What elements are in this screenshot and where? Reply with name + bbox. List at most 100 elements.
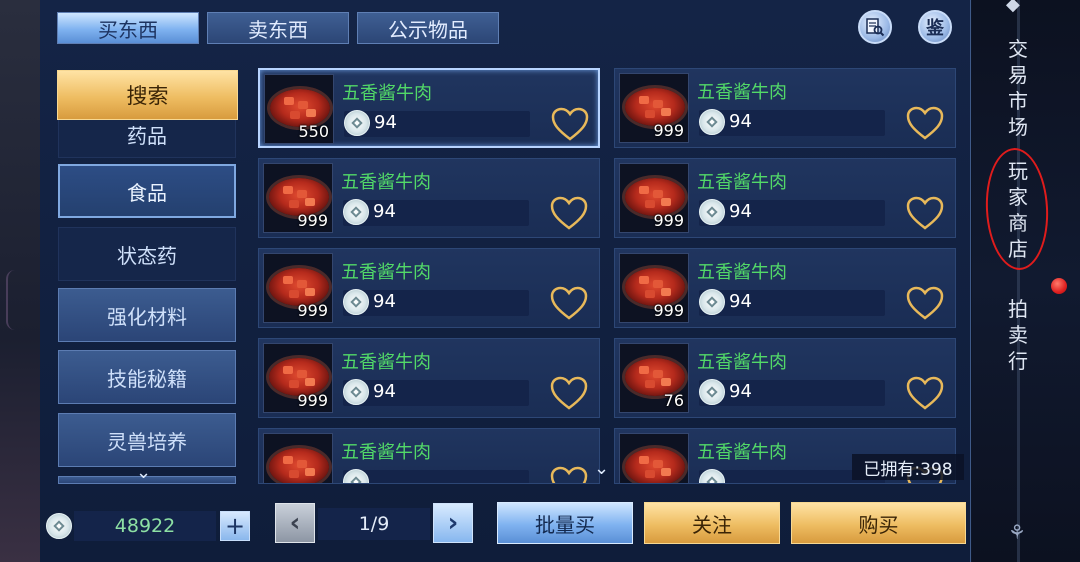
nav-auction-house[interactable]: 拍卖行 (1003, 296, 1033, 374)
coin-icon (343, 199, 369, 225)
favorite-heart-icon[interactable] (905, 285, 945, 321)
item-card[interactable]: 999 五香酱牛肉 94 (258, 338, 600, 418)
item-thumbnail: 76 (619, 343, 689, 413)
item-card[interactable]: 999 五香酱牛肉 94 (614, 248, 956, 328)
favorite-heart-icon[interactable] (549, 465, 589, 484)
sidebar-item-label: 灵兽培养 (107, 429, 187, 454)
item-quantity: 999 (297, 211, 328, 230)
item-card[interactable]: 76 五香酱牛肉 94 (614, 338, 956, 418)
prev-page-button[interactable]: ‹ (275, 503, 315, 543)
item-name: 五香酱牛肉 (697, 442, 787, 463)
appraise-button[interactable]: 鉴 (918, 10, 952, 44)
nav-char: 易 (1008, 63, 1028, 87)
coin-icon (699, 199, 725, 225)
item-thumbnail: 550 (264, 74, 334, 144)
sidebar-item-label: 状态药 (117, 243, 177, 268)
buy-button[interactable]: 购买 (791, 502, 966, 544)
item-card[interactable]: 550 五香酱牛肉 94 (258, 68, 600, 148)
beef-dish-icon (625, 448, 685, 483)
item-price: 94 (373, 291, 396, 312)
grid-scroll-down-icon[interactable]: ⌄ (594, 458, 609, 479)
price-bar (343, 380, 529, 406)
item-thumbnail: 999 (263, 253, 333, 323)
item-price: 94 (729, 201, 752, 222)
item-price: 94 (729, 291, 752, 312)
item-price: 94 (729, 381, 752, 402)
item-name: 五香酱牛肉 (342, 83, 432, 104)
price-bar (343, 470, 529, 483)
item-quantity: 999 (653, 121, 684, 140)
sidebar-item-pet-training[interactable]: 灵兽培养 (58, 413, 236, 467)
item-name: 五香酱牛肉 (341, 442, 431, 463)
ledger-search-icon[interactable] (858, 10, 892, 44)
favorite-heart-icon[interactable] (549, 195, 589, 231)
item-name: 五香酱牛肉 (341, 262, 431, 283)
search-button[interactable]: 搜索 (57, 70, 238, 120)
nav-char: 场 (1008, 115, 1028, 139)
item-thumbnail: 999 (619, 73, 689, 143)
sidebar-item-label: 强化材料 (107, 304, 187, 329)
coin-icon (343, 289, 369, 315)
next-page-button[interactable]: › (433, 503, 473, 543)
favorite-heart-icon[interactable] (549, 375, 589, 411)
item-name: 五香酱牛肉 (697, 352, 787, 373)
item-quantity: 550 (298, 122, 329, 141)
coin-icon (46, 513, 72, 539)
item-card[interactable]: 999 五香酱牛肉 94 (614, 68, 956, 148)
page-indicator: 1/9 (358, 513, 390, 535)
balance-value: 48922 (114, 515, 176, 537)
favorite-heart-icon[interactable] (905, 195, 945, 231)
item-price: 94 (373, 381, 396, 402)
item-name: 五香酱牛肉 (697, 172, 787, 193)
item-quantity: 999 (297, 391, 328, 410)
favorite-heart-icon[interactable] (549, 285, 589, 321)
item-card[interactable]: 999 五香酱牛肉 94 (258, 158, 600, 238)
favorite-heart-icon[interactable] (550, 106, 590, 142)
item-thumbnail: 999 (263, 163, 333, 233)
beef-dish-icon (269, 448, 329, 483)
tab-sell[interactable]: 卖东西 (207, 12, 349, 44)
price-bar (344, 111, 530, 137)
nav-trading-market[interactable]: 交易市场 (1003, 36, 1033, 140)
tab-public-items[interactable]: 公示物品 (357, 12, 499, 44)
sidebar-scroll-down-icon[interactable]: ⌄ (136, 462, 151, 483)
coin-icon (343, 379, 369, 405)
item-quantity: 999 (653, 211, 684, 230)
sidebar-item-label: 药品 (127, 123, 167, 148)
nav-char: 交 (1008, 37, 1028, 61)
item-price: 94 (729, 111, 752, 132)
item-card[interactable]: 999 五香酱牛肉 94 (614, 158, 956, 238)
item-quantity: 76 (663, 391, 684, 410)
right-nav-bottom-ornament-icon: ⚘ (1008, 520, 1026, 544)
tab-buy[interactable]: 买东西 (57, 12, 199, 44)
item-card[interactable]: 五香酱牛肉 (258, 428, 600, 484)
item-name: 五香酱牛肉 (697, 262, 787, 283)
item-quantity: 999 (653, 301, 684, 320)
price-bar (343, 290, 529, 316)
item-price: 94 (373, 201, 396, 222)
nav-char: 卖 (1008, 323, 1028, 347)
price-bar (699, 290, 885, 316)
nav-char: 市 (1008, 89, 1028, 113)
left-backdrop (0, 0, 40, 562)
item-card[interactable]: 999 五香酱牛肉 94 (258, 248, 600, 328)
coin-icon (699, 109, 725, 135)
owned-count: 已拥有:398 (852, 454, 964, 480)
sidebar-item-label: 食品 (127, 180, 167, 205)
coin-icon (344, 110, 370, 136)
add-currency-button[interactable]: + (220, 511, 250, 541)
sidebar-item-food[interactable]: 食品 (58, 164, 236, 218)
follow-button[interactable]: 关注 (644, 502, 780, 544)
nav-char: 拍 (1008, 297, 1028, 321)
ledger-search-glyph (866, 18, 885, 37)
coin-icon (699, 289, 725, 315)
favorite-heart-icon[interactable] (905, 375, 945, 411)
favorite-heart-icon[interactable] (905, 105, 945, 141)
price-bar (343, 200, 529, 226)
sidebar-item-status-potion[interactable]: 状态药 (58, 227, 236, 281)
sidebar-item-label: 技能秘籍 (107, 366, 187, 391)
sidebar-item-skill-book[interactable]: 技能秘籍 (58, 350, 236, 404)
sidebar-item-enhance-material[interactable]: 强化材料 (58, 288, 236, 342)
nav-char: 行 (1008, 349, 1028, 373)
bulk-buy-button[interactable]: 批量买 (497, 502, 633, 544)
